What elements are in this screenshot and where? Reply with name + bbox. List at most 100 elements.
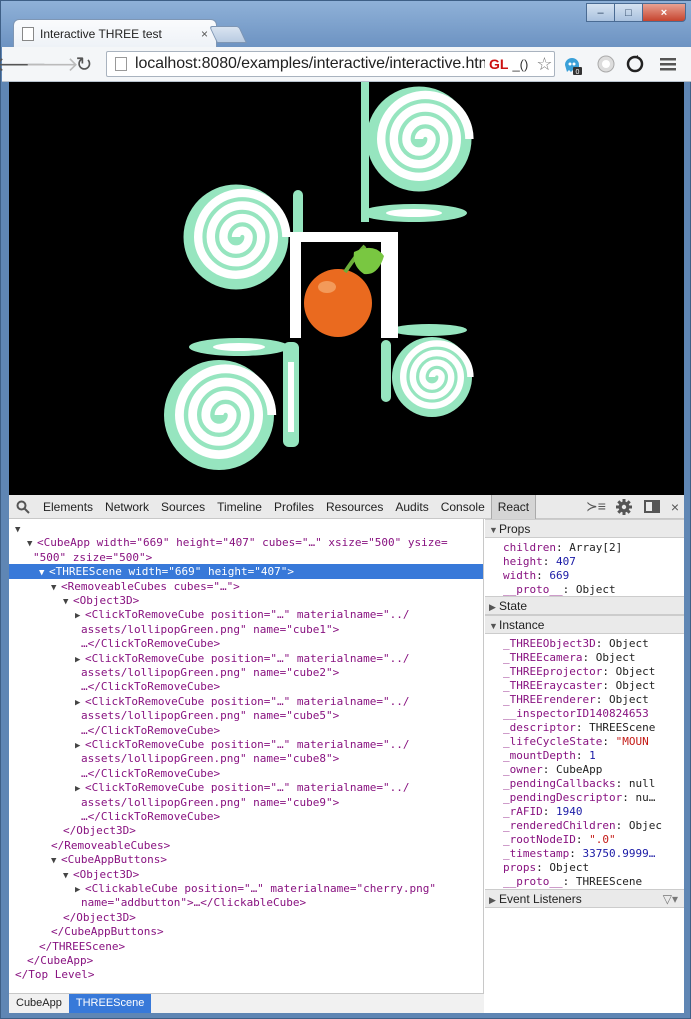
property-row[interactable]: _pendingCallbacks: null [503,777,684,790]
tree-node[interactable]: assets/lollipopGreen.png" name="cube8"> [81,752,339,766]
tab-audits[interactable]: Audits [389,495,434,519]
tree-node[interactable]: ▶ <ClickToRemoveCube position="…" materia… [75,608,410,623]
property-row[interactable]: _rootNodeID: ".0" [503,833,684,846]
tree-node[interactable]: </THREEScene> [39,940,125,954]
tree-node[interactable]: ▶ <ClickToRemoveCube position="…" materia… [75,695,410,710]
property-row[interactable]: _rAFID: 1940 [503,805,684,818]
collapsed-arrow-icon[interactable]: ▶ [75,609,85,623]
collapsed-arrow-icon[interactable]: ▶ [75,782,85,796]
filter-funnel-icon[interactable]: ▽▾ [663,890,678,908]
collapsed-arrow-icon[interactable]: ▶ [75,653,85,667]
tree-node[interactable]: ▼ [15,522,25,537]
property-row[interactable]: __inspectorID140824653 [503,707,684,720]
webgl-canvas[interactable] [9,82,684,495]
tree-node[interactable]: ▶ <ClickToRemoveCube position="…" materia… [75,738,410,753]
tree-node[interactable]: ▶ <ClickToRemoveCube position="…" materia… [75,781,410,796]
tab-react[interactable]: React [490,494,537,519]
state-section-header[interactable]: ▶ State [485,596,684,615]
property-row[interactable]: _lifeCycleState: "MOUN [503,735,684,748]
cherry-add-button[interactable] [290,232,398,338]
property-row[interactable]: _pendingDescriptor: nu… [503,791,684,804]
address-bar[interactable]: localhost:8080/examples/interactive/inte… [106,51,555,77]
tree-node[interactable]: "500" zsize="500"> [33,551,152,565]
expanded-arrow-icon[interactable]: ▼ [15,523,25,537]
minimize-button[interactable]: ‒ [586,3,615,22]
tab-network[interactable]: Network [99,495,155,519]
property-row[interactable]: _timestamp: 33750.9999… [503,847,684,860]
url-text[interactable]: localhost:8080/examples/interactive/inte… [135,55,485,73]
expanded-arrow-icon[interactable]: ▼ [51,854,61,868]
property-row[interactable]: width: 669 [503,569,684,582]
forward-button[interactable]: 🡒 [25,50,79,78]
tree-node[interactable]: ▼ <CubeAppButtons> [51,853,167,868]
tree-node[interactable]: name="addbutton">…</ClickableCube> [81,896,306,910]
props-section-header[interactable]: ▼Props [485,519,684,538]
tree-node[interactable]: </Top Level> [15,968,94,982]
tab-profiles[interactable]: Profiles [268,495,320,519]
lollipop-cube-top-right[interactable] [361,82,472,222]
property-row[interactable]: ▶children: Array[2] [503,541,684,555]
breadcrumb-cubeapp[interactable]: CubeApp [9,994,69,1013]
expanded-arrow-icon[interactable]: ▼ [51,581,61,595]
instance-section-header[interactable]: ▼Instance [485,615,684,634]
tree-node[interactable]: …</ClickToRemoveCube> [81,767,220,781]
property-row[interactable]: ▶_THREErenderer: Object [503,693,684,707]
tree-node[interactable]: ▼ <THREEScene width="669" height="407"> [39,565,294,580]
expanded-arrow-icon[interactable]: ▼ [39,566,49,580]
property-row[interactable]: ▶_descriptor: THREEScene [503,721,684,735]
dock-side-icon[interactable] [638,495,666,519]
tree-node[interactable]: </RemoveableCubes> [51,839,170,853]
tree-node[interactable]: …</ClickToRemoveCube> [81,680,220,694]
lollipop-cube-bottom-left[interactable] [164,338,299,470]
expanded-arrow-icon[interactable]: ▼ [63,869,73,883]
browser-tab[interactable]: Interactive THREE test × [13,19,217,47]
tree-node[interactable]: assets/lollipopGreen.png" name="cube5"> [81,709,339,723]
property-row[interactable]: ▶_THREEprojector: Object [503,665,684,679]
tree-node[interactable]: </Object3D> [63,911,136,925]
property-row[interactable]: ▶_THREEObject3D: Object [503,637,684,651]
extension-ghost-icon[interactable]: 0 [560,52,584,76]
tree-node[interactable]: ▼ <Object3D> [63,594,139,609]
reload-button[interactable]: ↻ [70,50,98,78]
collapsed-arrow-icon[interactable]: ▶ [75,739,85,753]
menu-hamburger-icon[interactable] [656,52,680,76]
property-row[interactable]: ▶_owner: CubeApp [503,763,684,777]
expanded-arrow-icon[interactable]: ▼ [63,595,73,609]
tree-node[interactable]: ▼ <Object3D> [63,868,139,883]
tree-node[interactable]: ▶ <ClickableCube position="…" materialnam… [75,882,436,897]
tab-elements[interactable]: Elements [37,495,99,519]
tree-node[interactable]: assets/lollipopGreen.png" name="cube9"> [81,796,339,810]
collapsed-arrow-icon[interactable]: ▶ [75,883,85,897]
tree-node[interactable]: ▶ <ClickToRemoveCube position="…" materia… [75,652,410,667]
property-row[interactable]: _mountDepth: 1 [503,749,684,762]
tree-node[interactable]: assets/lollipopGreen.png" name="cube1"> [81,623,339,637]
close-devtools-icon[interactable]: × [666,495,684,519]
extension-circle-icon[interactable] [594,52,618,76]
drawer-console-icon[interactable]: ≻≡ [582,495,610,519]
bookmark-star-icon[interactable]: ☆ [536,54,552,75]
tab-timeline[interactable]: Timeline [211,495,268,519]
webgl-badge[interactable]: GL [489,56,508,72]
breadcrumb-threescene[interactable]: THREEScene [68,994,152,1013]
react-component-tree[interactable]: ▼ ▼ <CubeApp width="669" height="407" cube… [9,519,484,993]
lollipop-cube-left[interactable] [184,185,304,290]
extension-sync-icon[interactable] [623,52,647,76]
tab-sources[interactable]: Sources [155,495,211,519]
close-window-button[interactable]: × [642,3,686,22]
property-row[interactable]: ▶_THREEcamera: Object [503,651,684,665]
collapsed-arrow-icon[interactable]: ▶ [75,696,85,710]
tab-console[interactable]: Console [435,495,491,519]
event-listeners-section-header[interactable]: ▶ Event Listeners ▽▾ [485,889,684,908]
gear-icon[interactable] [610,495,638,519]
maximize-button[interactable]: □ [614,3,643,22]
tab-resources[interactable]: Resources [320,495,389,519]
tree-node[interactable]: </Object3D> [63,824,136,838]
property-row[interactable]: ▶_THREEraycaster: Object [503,679,684,693]
tree-node[interactable]: ▼ <RemoveableCubes cubes="…"> [51,580,240,595]
extension-text[interactable]: _() [512,57,528,72]
tree-node[interactable]: </CubeAppButtons> [51,925,164,939]
property-row[interactable]: height: 407 [503,555,684,568]
tree-node[interactable]: </CubeApp> [27,954,93,968]
search-icon[interactable] [9,495,37,519]
expanded-arrow-icon[interactable]: ▼ [27,537,37,551]
